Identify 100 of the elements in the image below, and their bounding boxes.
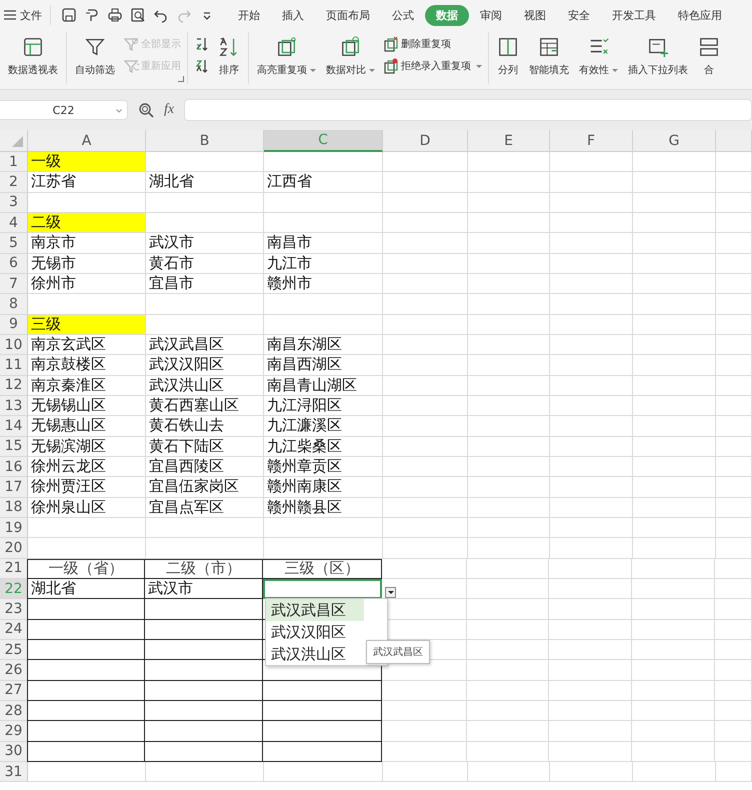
table-cell[interactable] [263,742,382,762]
table-cell[interactable]: 宜昌伍家岗区 [146,477,264,498]
table-cell[interactable]: 九江浔阳区 [264,396,383,416]
ribbon-button[interactable]: 拒绝录入重复项 [383,57,482,75]
table-cell[interactable]: 赣州南康区 [264,477,383,498]
table-cell[interactable]: 武汉汉阳区 [146,355,264,376]
table-cell[interactable]: 南京玄武区 [28,334,146,356]
table-cell[interactable]: 九江柴桑区 [264,436,383,457]
table-cell[interactable]: 江西省 [264,172,383,193]
row-header[interactable]: 7 [0,274,28,294]
table-cell[interactable] [27,660,145,681]
quick-access-button[interactable] [130,7,146,23]
ribbon-button[interactable]: 合 [696,32,722,77]
table-cell[interactable]: 南京鼓楼区 [28,355,146,376]
column-header[interactable]: F [550,130,633,152]
table-cell[interactable]: 南京秦淮区 [28,376,146,396]
ribbon-button[interactable]: 插入下拉列表 [626,32,690,77]
file-menu[interactable]: 文件 [0,8,50,22]
column-header[interactable]: D [383,130,468,152]
row-header[interactable]: 21 [0,558,28,579]
table-cell[interactable]: 赣州赣县区 [264,498,383,518]
ribbon-button[interactable]: 排序 [216,32,242,77]
row-header[interactable]: 16 [0,456,28,478]
table-cell[interactable] [27,620,145,640]
table-cell[interactable]: 宜昌西陵区 [146,456,264,478]
table-cell[interactable]: 九江市 [264,254,383,274]
ribbon-tab[interactable]: 视图 [513,4,557,26]
row-header[interactable]: 29 [0,721,28,742]
row-header[interactable]: 24 [0,620,28,640]
ribbon-button[interactable]: 分列 [495,32,521,77]
table-cell[interactable]: 三级（区） [263,558,382,579]
row-header[interactable]: 15 [0,436,28,457]
row-header[interactable]: 9 [0,314,28,335]
table-cell[interactable]: 宜昌点军区 [146,498,264,518]
table-cell[interactable]: 一级（省） [27,558,145,579]
table-cell[interactable]: 武汉武昌区 [146,334,264,356]
quick-access-button[interactable] [107,7,123,23]
table-cell[interactable] [145,680,263,701]
table-cell[interactable]: 徐州云龙区 [28,456,146,478]
dialog-launcher-icon[interactable] [178,76,184,82]
row-header[interactable]: 30 [0,742,28,762]
row-header[interactable]: 1 [0,152,28,172]
row-header[interactable]: 23 [0,599,28,620]
row-header[interactable]: 28 [0,700,28,722]
table-cell[interactable]: 湖北省 [27,578,145,600]
table-cell[interactable]: 宜昌市 [146,274,264,294]
table-cell[interactable]: 三级 [28,314,146,335]
row-header[interactable]: 6 [0,254,28,274]
table-cell[interactable]: 武汉市 [146,233,264,254]
row-header[interactable]: 19 [0,518,28,538]
ribbon-tab[interactable]: 安全 [557,4,601,26]
table-cell[interactable]: 赣州章贡区 [264,456,383,478]
table-cell[interactable]: 武汉洪山区 [146,376,264,396]
table-cell[interactable]: 九江濂溪区 [264,416,383,437]
row-header[interactable]: 5 [0,233,28,254]
table-cell[interactable] [263,721,382,742]
ribbon-button[interactable]: 有效性 [577,32,620,77]
ribbon-button[interactable]: 删除重复项 [383,35,482,53]
ribbon-button[interactable]: 高亮重复项 [255,32,318,77]
table-cell[interactable]: 无锡市 [28,254,146,274]
row-header[interactable]: 12 [0,376,28,396]
name-box[interactable]: C22 [0,100,128,120]
row-header[interactable]: 27 [0,680,28,701]
dropdown-option[interactable]: 武汉武昌区 [266,599,364,621]
ribbon-button[interactable]: 自动筛选 [73,32,117,77]
row-header[interactable]: 10 [0,334,28,356]
table-cell[interactable]: 赣州市 [264,274,383,294]
column-header[interactable]: E [468,130,550,152]
row-header[interactable]: 26 [0,660,28,681]
column-header[interactable] [716,130,752,152]
table-cell[interactable] [145,700,263,722]
function-button[interactable]: fx [164,102,174,118]
table-cell[interactable]: 黄石市 [146,254,264,274]
row-header[interactable]: 31 [0,762,28,782]
row-header[interactable]: 4 [0,212,28,234]
table-cell[interactable]: 徐州市 [28,274,146,294]
caret-icon[interactable] [116,109,122,113]
dropdown-button[interactable] [385,587,396,598]
ribbon-tab[interactable]: 公式 [381,4,425,26]
ribbon-tab[interactable]: 开发工具 [601,4,667,26]
table-cell[interactable] [145,620,263,640]
row-header[interactable]: 20 [0,538,28,559]
dropdown-option[interactable]: 武汉洪山区 [266,643,364,665]
table-cell[interactable]: 湖北省 [146,172,264,193]
table-cell[interactable] [145,742,263,762]
table-cell[interactable] [263,578,382,600]
table-cell[interactable]: 黄石铁山去 [146,416,264,437]
table-cell[interactable] [145,721,263,742]
table-cell[interactable]: 南昌东湖区 [264,334,383,356]
row-header[interactable]: 14 [0,416,28,437]
table-cell[interactable] [27,700,145,722]
table-cell[interactable]: 黄石西塞山区 [146,396,264,416]
table-cell[interactable] [145,599,263,620]
ribbon-tab[interactable]: 插入 [271,4,315,26]
ribbon-button[interactable] [194,35,210,53]
table-cell[interactable]: 江苏省 [28,172,146,193]
ribbon-button[interactable]: 智能填充 [527,32,571,77]
table-cell[interactable] [27,721,145,742]
zoom-icon[interactable] [138,102,154,118]
row-header[interactable]: 8 [0,294,28,315]
